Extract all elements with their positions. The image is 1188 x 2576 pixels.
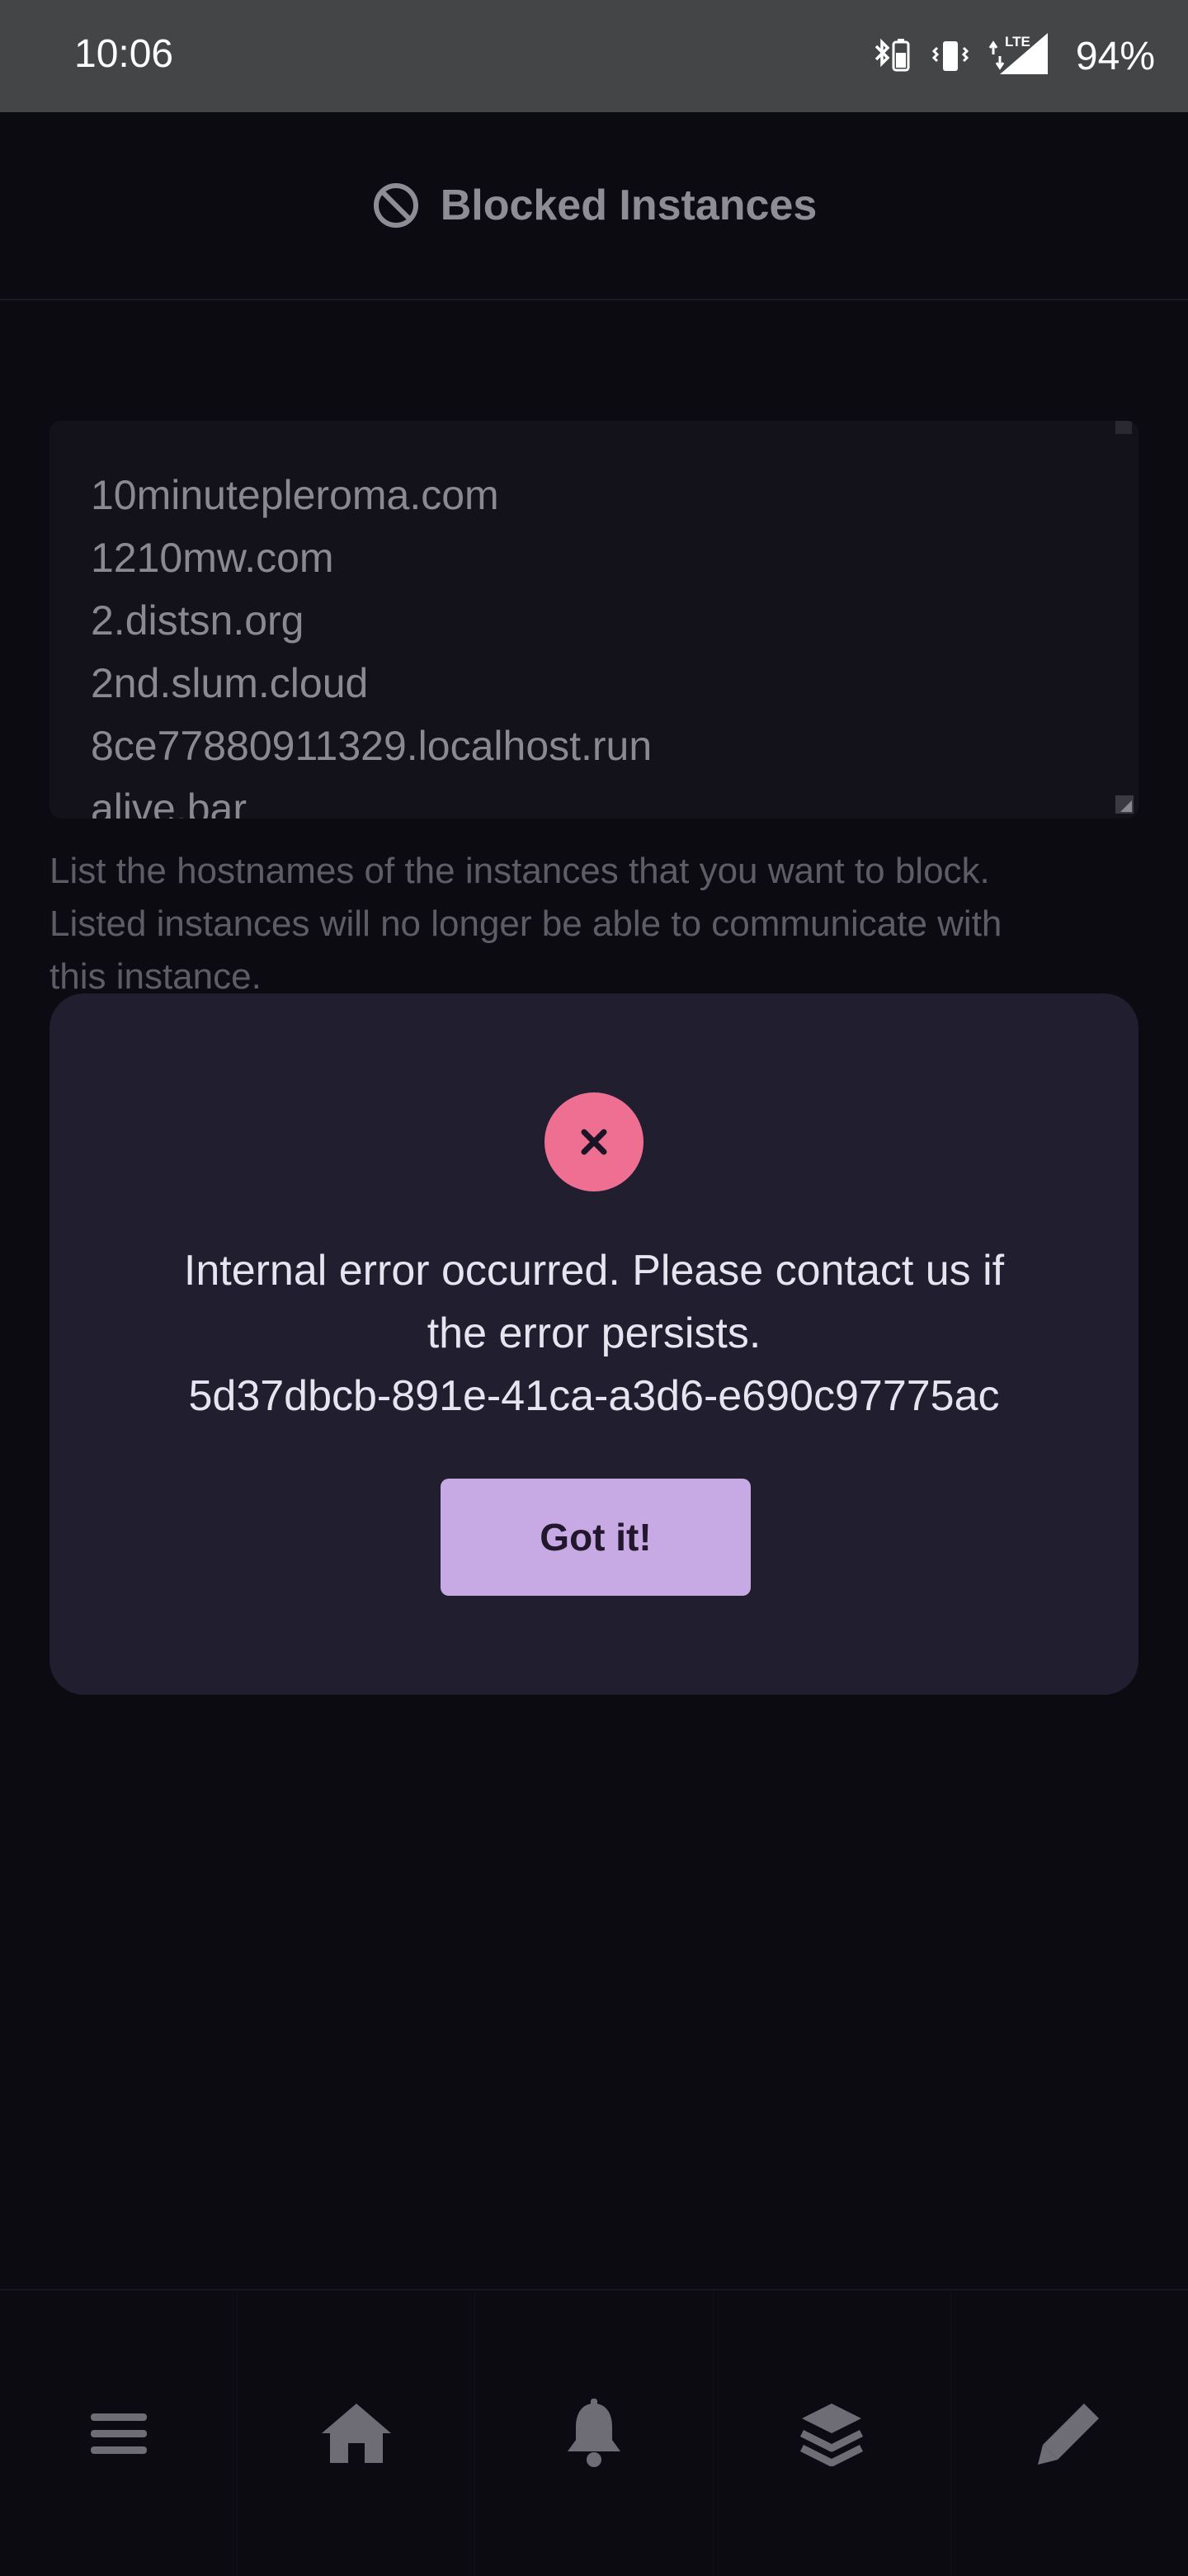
bell-icon <box>568 2399 620 2467</box>
nav-compose[interactable] <box>951 2291 1188 2576</box>
pencil-icon <box>1038 2404 1100 2465</box>
status-icons: LTE 94% <box>870 25 1155 87</box>
block-icon <box>373 183 418 228</box>
blocked-instances-textarea[interactable]: 10minutepleroma.com 1210mw.com 2.distsn.… <box>50 421 1138 819</box>
instance-line: 1210mw.com <box>91 535 334 581</box>
bottom-nav <box>0 2289 1188 2576</box>
nav-home[interactable] <box>238 2291 476 2576</box>
network-label: LTE <box>1005 34 1030 50</box>
textarea-scrollbar[interactable] <box>1115 421 1132 434</box>
instance-line: 10minutepleroma.com <box>91 472 499 518</box>
instance-line: 2.distsn.org <box>91 597 304 644</box>
status-time: 10:06 <box>74 32 174 76</box>
status-bar: 10:06 LTE 94% <box>0 0 1188 112</box>
error-badge <box>544 1092 644 1191</box>
lte-signal-icon: LTE <box>988 33 1048 74</box>
battery-percent: 94% <box>1075 34 1155 78</box>
home-icon <box>321 2404 391 2463</box>
error-message-line: Internal error occurred. Please contact … <box>183 1247 1005 1295</box>
error-message: Internal error occurred. Please contact … <box>99 1239 1089 1427</box>
help-line: List the hostnames of the instances that… <box>50 851 990 891</box>
help-text: List the hostnames of the instances that… <box>50 845 1155 1003</box>
menu-icon <box>90 2413 147 2454</box>
layers-icon <box>800 2404 864 2466</box>
page-title: Blocked Instances <box>440 182 818 229</box>
error-dialog: Internal error occurred. Please contact … <box>50 993 1138 1695</box>
instance-line: 2nd.slum.cloud <box>91 660 369 706</box>
resize-handle-icon[interactable] <box>1115 795 1134 814</box>
error-id: 5d37dbcb-891e-41ca-a3d6-e690c97775ac <box>188 1372 1000 1420</box>
nav-menu[interactable] <box>0 2291 238 2576</box>
nav-notifications[interactable] <box>475 2291 714 2576</box>
page-header: Blocked Instances <box>0 112 1188 300</box>
textarea-content: 10minutepleroma.com 1210mw.com 2.distsn.… <box>91 464 652 819</box>
help-line: Listed instances will no longer be able … <box>50 903 1002 944</box>
instance-line: alive.bar <box>91 786 247 819</box>
instance-line: 8ce77880911329.localhost.run <box>91 723 653 769</box>
nav-timelines[interactable] <box>714 2291 951 2576</box>
bluetooth-battery-icon <box>874 38 910 72</box>
error-message-line: the error persists. <box>427 1309 761 1357</box>
vibrate-icon <box>931 41 969 71</box>
close-icon <box>581 1129 607 1155</box>
got-it-button[interactable]: Got it! <box>441 1479 751 1596</box>
